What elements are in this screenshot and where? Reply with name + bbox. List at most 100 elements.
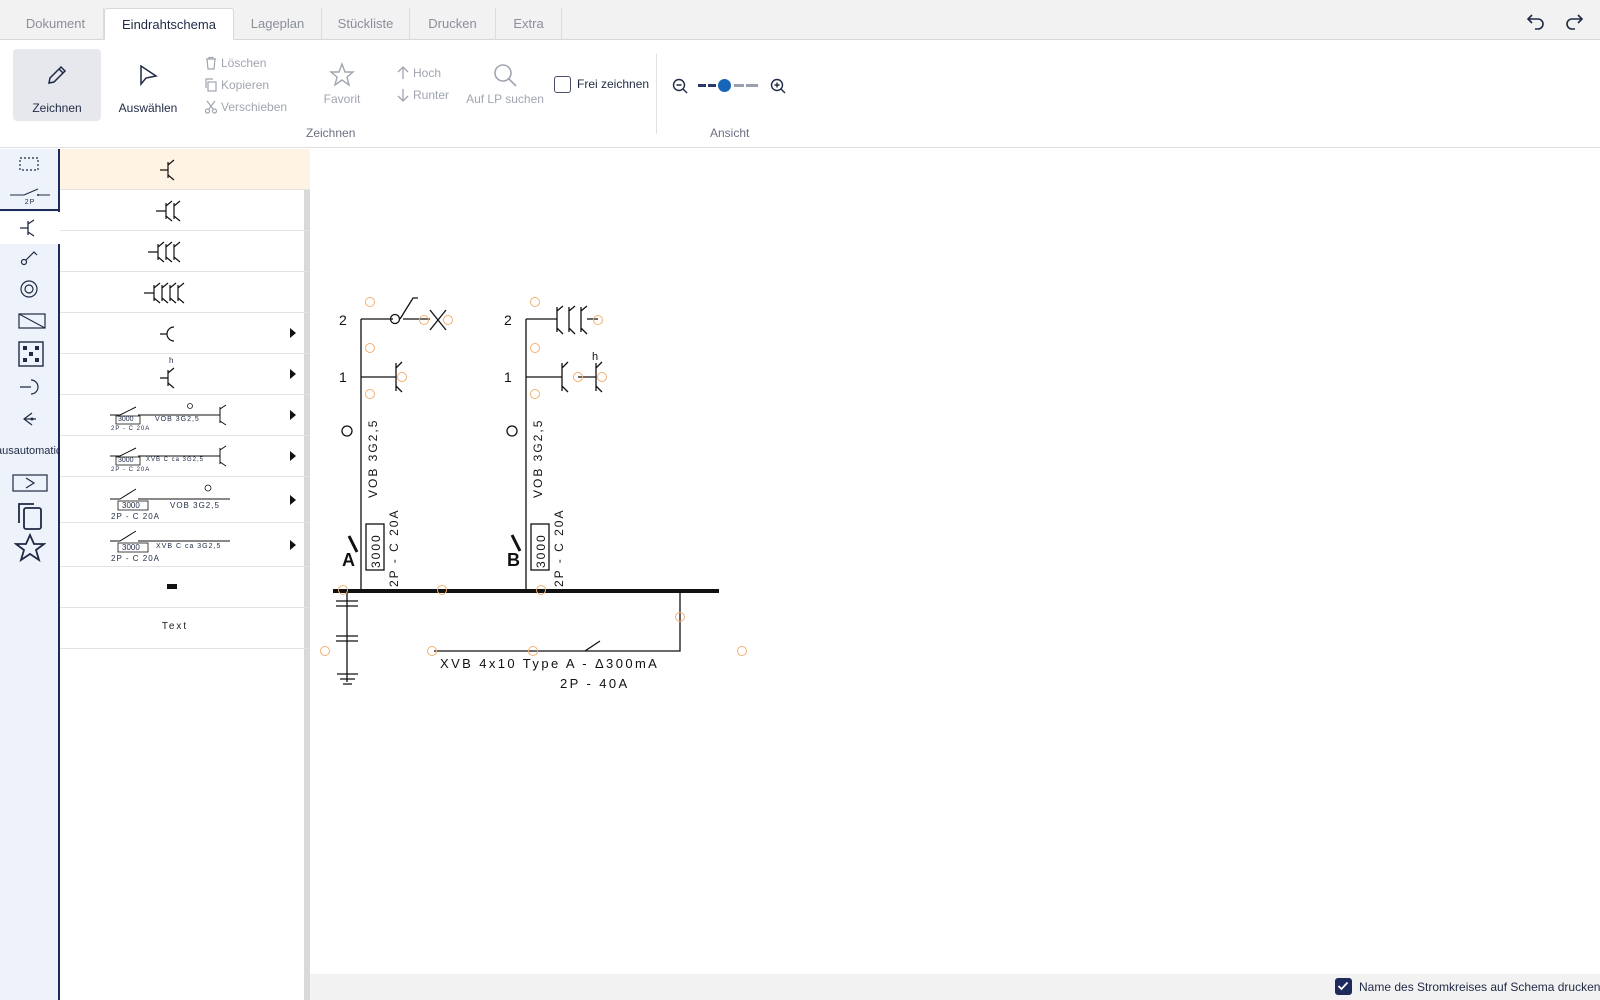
breaker-label-a: 2P - C 20A [387, 509, 401, 587]
circuit-cable-label: XVB C ca 3G2,5 [146, 457, 205, 463]
sensor-symbol-icon [20, 379, 39, 395]
symbol-circuit-xvb[interactable]: 3000 XVB C ca 3G2,5 2P - C 20A [60, 523, 310, 567]
cable-label-a: VOB 3G2,5 [366, 419, 380, 498]
category-spotlight[interactable] [0, 403, 60, 435]
category-heater[interactable] [0, 305, 60, 337]
symbol-outlet-2[interactable] [60, 190, 310, 231]
move-label: Verschieben [221, 100, 288, 114]
select-button[interactable]: Auswählen [104, 49, 192, 121]
row-2-label-b: 2 [504, 312, 512, 328]
favorite-button[interactable]: Favorit [319, 62, 365, 106]
zoom-in-icon[interactable] [770, 78, 786, 94]
height-marker-label: h [169, 356, 174, 365]
up-label: Hoch [413, 66, 442, 80]
tab-extra[interactable]: Extra [496, 8, 562, 40]
expand-arrow-icon[interactable] [290, 410, 296, 420]
circuit-a-label: A [342, 550, 355, 570]
outlet-double-icon [156, 200, 181, 222]
circuit-code-label: 3000 [118, 416, 134, 423]
sensor-half-circle-icon [160, 326, 175, 342]
text-item-label: Text [161, 621, 189, 632]
symbol-circuit-vob-outlet[interactable]: 3000 VOB 3G2,5 2P - C 20A [60, 395, 310, 436]
star-icon [14, 533, 46, 563]
undo-icon[interactable] [1526, 11, 1546, 31]
category-home-automation-label[interactable]: ausautomatic [0, 445, 60, 457]
zoom-out-icon[interactable] [672, 78, 688, 94]
light-symbol-icon [20, 280, 38, 298]
checkmark-icon [1337, 981, 1349, 991]
category-light[interactable] [0, 273, 60, 305]
distribution-box-icon [18, 341, 44, 367]
dashed-rectangle-icon [19, 157, 39, 171]
category-device[interactable] [0, 467, 60, 499]
circuit-cable-label: XVB C ca 3G2,5 [156, 543, 222, 550]
row-1-label-b: 1 [504, 369, 512, 385]
print-name-checkbox[interactable] [1335, 978, 1352, 995]
expand-arrow-icon[interactable] [290, 369, 296, 379]
expand-arrow-icon[interactable] [290, 495, 296, 505]
switch-2p-label: 2P [24, 199, 36, 206]
arrow-up-icon [397, 66, 409, 79]
symbol-outlet-4[interactable] [60, 272, 310, 313]
circuit-code-label: 3000 [122, 543, 140, 552]
main-busbar[interactable] [333, 589, 719, 593]
expand-arrow-icon[interactable] [290, 451, 296, 461]
symbol-circuit-vob[interactable]: 3000 VOB 3G2,5 2P - C 20A [60, 477, 310, 523]
arrow-down-icon [397, 89, 409, 102]
row-2-label-a: 2 [339, 312, 347, 328]
light-point-b [506, 425, 518, 437]
redo-icon[interactable] [1564, 11, 1584, 31]
duplicate-icon [18, 503, 42, 530]
expand-arrow-icon[interactable] [290, 328, 296, 338]
category-selection-rect[interactable] [0, 149, 60, 181]
symbol-text[interactable]: Text [60, 608, 310, 649]
search-on-plan-button[interactable]: Auf LP suchen [466, 62, 544, 106]
light-point-a [341, 425, 353, 437]
free-draw-checkbox[interactable] [554, 76, 571, 93]
category-distribution-box[interactable] [0, 335, 60, 369]
symbol-outlet-h[interactable]: h [60, 354, 310, 395]
circuit-breaker-label: 2P - C 20A [111, 554, 160, 563]
device-symbol-icon [12, 474, 48, 492]
category-sensor[interactable] [0, 371, 60, 403]
tab-stueckliste[interactable]: Stückliste [322, 8, 410, 40]
tab-eindrahtschema[interactable]: Eindrahtschema [104, 8, 234, 40]
category-favorites[interactable] [0, 531, 60, 563]
tab-dokument[interactable]: Dokument [8, 8, 104, 40]
pencil-icon [48, 65, 67, 84]
tab-drucken[interactable]: Drucken [410, 8, 496, 40]
cursor-icon [140, 64, 158, 87]
symbol-busbar[interactable] [60, 567, 310, 608]
single-line-diagram[interactable]: 2 1 2 1 h A B VOB 3G2,5 VOB 3G2,5 3000 3… [316, 149, 1600, 974]
trash-icon [206, 56, 216, 70]
symbol-circuit-xvb-outlet[interactable]: 3000 XVB C ca 3G2,5 2P - C 20A [60, 436, 310, 477]
schema-canvas[interactable]: 2 1 2 1 h A B VOB 3G2,5 VOB 3G2,5 3000 3… [316, 149, 1600, 974]
zoom-slider[interactable] [698, 76, 760, 96]
zoom-slider-thumb[interactable] [718, 79, 731, 92]
app-window: Dokument Eindrahtschema Lageplan Stückli… [0, 0, 1600, 1000]
category-switch-2p[interactable]: 2P [0, 181, 60, 211]
copy-icon [205, 78, 217, 92]
circuit-breaker-label: 2P - C 20A [111, 512, 160, 521]
circuit-breaker-label: 2P - C 20A [111, 467, 151, 473]
ribbon-toolbar: Zeichnen Auswählen Löschen Kopieren Vers… [0, 40, 1600, 148]
zoom-track-seg [734, 84, 744, 87]
category-outlet[interactable] [0, 212, 60, 244]
breaker-label-b: 2P - C 20A [552, 509, 566, 587]
tab-lageplan[interactable]: Lageplan [234, 8, 322, 40]
symbol-sensor[interactable] [60, 313, 310, 354]
category-copy[interactable] [0, 499, 60, 531]
category-switch[interactable] [0, 241, 60, 273]
group-view-label: Ansicht [710, 126, 750, 140]
expand-arrow-icon[interactable] [290, 540, 296, 550]
outlet-quad-icon [144, 282, 185, 304]
symbol-outlet-1[interactable] [60, 149, 310, 190]
down-label: Runter [413, 88, 450, 102]
zoom-track-seg [746, 84, 758, 87]
circuit-cable-label: VOB 3G2,5 [155, 416, 200, 423]
spotlight-symbol-icon [23, 412, 36, 426]
draw-button[interactable]: Zeichnen [13, 49, 101, 121]
print-name-label: Name des Stromkreises auf Schema drucken [1359, 980, 1600, 994]
favorite-label: Favorit [323, 92, 361, 106]
symbol-outlet-3[interactable] [60, 231, 310, 272]
